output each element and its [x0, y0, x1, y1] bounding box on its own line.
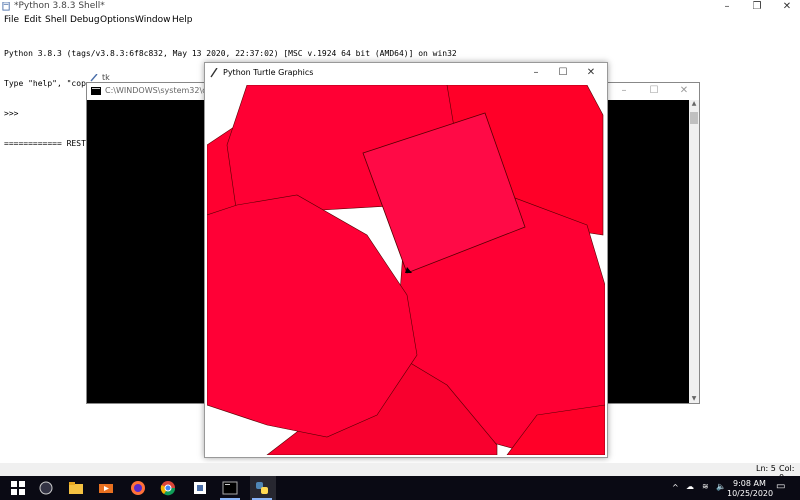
turtle-drawing	[207, 85, 605, 455]
line-number: Ln: 5	[756, 464, 776, 473]
menu-options[interactable]: Options	[100, 15, 135, 25]
idle-title-bar: *Python 3.8.3 Shell* – ❐ ✕	[0, 0, 800, 14]
idle-window-title: *Python 3.8.3 Shell*	[14, 1, 105, 11]
file-explorer-icon[interactable]	[68, 480, 84, 496]
turtle-graphics-window[interactable]: Python Turtle Graphics – ☐ ✕	[204, 62, 608, 458]
menu-file[interactable]: File	[4, 15, 19, 25]
idle-status-bar: Ln: 5 Col: 0	[0, 463, 800, 482]
wifi-icon[interactable]: ≋	[702, 482, 709, 491]
turtle-window-title: Python Turtle Graphics	[223, 68, 314, 77]
scroll-up-arrow[interactable]: ▲	[690, 100, 698, 108]
app-icon[interactable]	[192, 480, 208, 496]
maximize-button[interactable]: ❐	[742, 0, 772, 14]
clock-date[interactable]: 10/25/2020	[727, 489, 773, 498]
cmd-maximize-button[interactable]: ☐	[639, 84, 669, 98]
onedrive-icon[interactable]: ☁	[686, 482, 694, 491]
menu-shell[interactable]: Shell	[45, 15, 67, 25]
media-icon[interactable]	[98, 480, 114, 496]
close-button[interactable]: ✕	[772, 0, 800, 14]
menu-help[interactable]: Help	[172, 15, 193, 25]
clock-time[interactable]: 9:08 AM	[733, 479, 766, 488]
volume-icon[interactable]: 🔈	[716, 482, 726, 491]
shell-line: Python 3.8.3 (tags/v3.8.3:6f8c832, May 1…	[4, 49, 457, 58]
octagon-shape	[207, 194, 418, 438]
chevron-up-icon[interactable]: ^	[672, 483, 679, 492]
turtle-maximize-button[interactable]: ☐	[548, 66, 578, 80]
feather-icon	[90, 74, 98, 82]
start-icon[interactable]	[10, 480, 26, 496]
turtle-canvas[interactable]	[207, 85, 605, 455]
chrome-icon[interactable]	[160, 480, 176, 496]
feather-icon	[210, 68, 218, 78]
turtle-minimize-button[interactable]: –	[521, 66, 551, 80]
cmd-minimize-button[interactable]: –	[609, 84, 639, 98]
menu-window[interactable]: Window	[135, 15, 171, 25]
idle-menu-bar: File Edit Shell Debug Options Window Hel…	[0, 14, 800, 27]
tk-window-title: tk	[102, 73, 110, 82]
turtle-title-bar[interactable]: Python Turtle Graphics – ☐ ✕	[205, 63, 607, 83]
cmd-scrollbar[interactable]: ▲ ▼	[689, 100, 699, 403]
search-icon[interactable]	[38, 480, 54, 496]
cmd-icon	[91, 87, 101, 95]
menu-edit[interactable]: Edit	[24, 15, 41, 25]
turtle-close-button[interactable]: ✕	[576, 66, 606, 80]
scroll-thumb[interactable]	[690, 112, 698, 124]
taskbar: ^ ☁ ≋ 🔈 9:08 AM 10/25/2020 ▭	[0, 476, 800, 500]
cmd-close-button[interactable]: ✕	[669, 84, 699, 98]
scroll-down-arrow[interactable]: ▼	[690, 395, 698, 403]
python-idle-icon	[2, 2, 10, 11]
menu-debug[interactable]: Debug	[70, 15, 100, 25]
terminal-icon[interactable]	[222, 480, 238, 496]
notification-icon[interactable]: ▭	[776, 481, 785, 492]
firefox-icon[interactable]	[130, 480, 146, 496]
active-app-highlight	[250, 476, 276, 500]
minimize-button[interactable]: –	[712, 0, 742, 14]
